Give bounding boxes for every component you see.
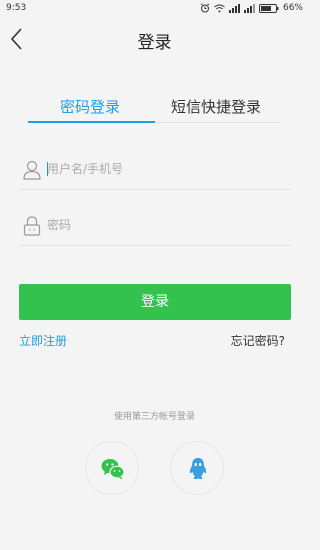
qq-icon [189,458,207,480]
third-party-login-label: 使用第三方帐号登录 [113,412,195,422]
login-button[interactable]: 登录 [19,284,291,320]
register-link[interactable]: 立即注册 [19,332,67,349]
alarm-icon [200,3,210,13]
wechat-login-button[interactable] [85,441,139,495]
username-field [19,150,291,190]
status-time: 9:53 [6,3,27,13]
tab-password-login[interactable]: 密码登录 [60,96,120,117]
forgot-password-link[interactable]: 忘记密码? [231,332,285,349]
signal-icon [228,3,240,13]
active-tab-indicator [28,121,155,123]
password-input[interactable] [47,214,287,236]
text-cursor [47,162,48,176]
signal-icon-2 [243,3,255,13]
qq-login-button[interactable] [170,441,224,495]
lock-icon [23,216,41,236]
battery-percent: 66% [282,3,303,13]
page-title: 登录 [137,33,172,53]
user-icon [23,160,41,180]
username-input[interactable] [47,158,287,180]
status-bar: 9:53 66% [0,0,309,18]
tab-sms-login[interactable]: 短信快捷登录 [171,96,261,117]
login-tabs: 密码登录 短信快捷登录 [0,92,309,124]
tab-divider [155,122,281,123]
username-underline [19,189,291,190]
status-icons: 66% [200,3,303,13]
wifi-icon [214,4,225,12]
password-underline [19,245,291,246]
battery-icon [258,3,279,13]
wechat-icon [101,459,125,480]
password-field [19,206,291,246]
header: 登录 [0,18,309,60]
